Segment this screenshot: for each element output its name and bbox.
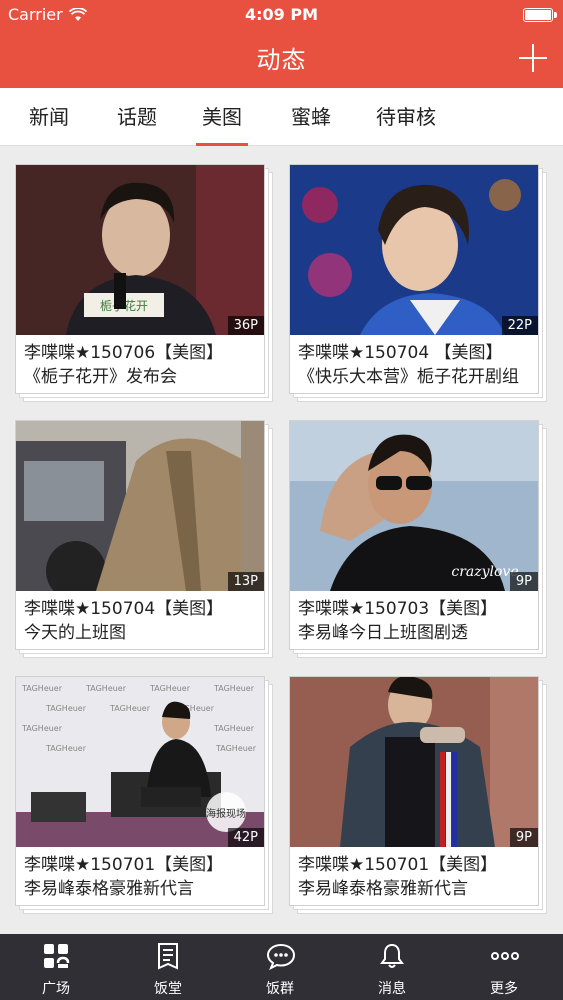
- nav-fan-group[interactable]: 饭群: [224, 934, 336, 1000]
- nav-label: 饭群: [266, 981, 294, 997]
- svg-text:TAGHeuer: TAGHeuer: [109, 704, 151, 713]
- svg-text:TAGHeuer: TAGHeuer: [213, 684, 255, 693]
- svg-text:海报现场: 海报现场: [206, 807, 246, 820]
- status-bar: Carrier 4:09 PM: [0, 0, 563, 30]
- album-thumbnail: 13P: [16, 421, 264, 591]
- album-card[interactable]: TAGHeuer TAGHeuer TAGHeuer TAGHeuer TAGHeue…: [15, 676, 273, 914]
- album-thumbnail: crazylove 9P: [290, 421, 538, 591]
- photo-count-badge: 36P: [227, 316, 264, 335]
- album-card[interactable]: 栀子花开 36P 李喋喋★150706【美图】 《栀子花开》发布会: [15, 164, 273, 402]
- bell-icon: [380, 943, 404, 968]
- page-title: 动态: [256, 46, 307, 74]
- bottom-navigation: 广场 饭堂 饭群 消息 更多: [0, 934, 563, 1000]
- album-thumbnail: 22P: [290, 165, 538, 335]
- add-button[interactable]: [517, 42, 549, 74]
- album-title: 李喋喋★150701【美图】: [24, 855, 224, 875]
- photo-count-badge: 9P: [509, 572, 538, 591]
- album-card[interactable]: crazylove 9P 李喋喋★150703【美图】 李易峰今日上班图剧透: [289, 420, 547, 658]
- book-icon: [158, 943, 178, 970]
- tab-topics[interactable]: 话题: [108, 88, 166, 146]
- album-title: 李喋喋★150703【美图】: [298, 599, 498, 619]
- album-card[interactable]: 13P 李喋喋★150704【美图】 今天的上班图: [15, 420, 273, 658]
- album-title: 李喋喋★150704 【美图】: [298, 343, 503, 363]
- photo-count-badge: 42P: [227, 828, 264, 847]
- album-title: 李喋喋★150706【美图】: [24, 343, 224, 363]
- tab-pending-review[interactable]: 待审核: [366, 88, 446, 146]
- svg-text:TAGHeuer: TAGHeuer: [215, 744, 257, 753]
- album-subtitle: 《栀子花开》发布会: [24, 367, 177, 387]
- album-title: 李喋喋★150701【美图】: [298, 855, 498, 875]
- nav-label: 饭堂: [154, 981, 182, 997]
- album-thumbnail: TAGHeuer TAGHeuer TAGHeuer TAGHeuer TAGHeue…: [16, 677, 264, 847]
- album-subtitle: 李易峰泰格豪雅新代言: [298, 879, 468, 899]
- album-title: 李喋喋★150704【美图】: [24, 599, 224, 619]
- svg-text:TAGHeuer: TAGHeuer: [21, 684, 63, 693]
- header-bar: Carrier 4:09 PM 动态: [0, 0, 563, 88]
- svg-text:TAGHeuer: TAGHeuer: [21, 724, 63, 733]
- nav-plaza[interactable]: 广场: [0, 934, 112, 1000]
- more-icon: [491, 952, 519, 960]
- album-thumbnail: 9P: [290, 677, 538, 847]
- nav-label: 消息: [378, 981, 406, 997]
- photo-count-badge: 13P: [227, 572, 264, 591]
- chat-icon: [266, 943, 296, 970]
- svg-text:crazylove: crazylove: [451, 564, 518, 580]
- photo-count-badge: 9P: [509, 828, 538, 847]
- svg-text:TAGHeuer: TAGHeuer: [85, 684, 127, 693]
- category-tabs: 新闻 话题 美图 蜜蜂 待审核: [0, 88, 563, 146]
- svg-text:TAGHeuer: TAGHeuer: [149, 684, 191, 693]
- album-subtitle: 今天的上班图: [24, 623, 126, 643]
- album-subtitle: 李易峰今日上班图剧透: [298, 623, 468, 643]
- nav-messages[interactable]: 消息: [336, 934, 448, 1000]
- album-card[interactable]: 9P 李喋喋★150701【美图】 李易峰泰格豪雅新代言: [289, 676, 547, 914]
- svg-text:TAGHeuer: TAGHeuer: [45, 744, 87, 753]
- album-thumbnail: 栀子花开 36P: [16, 165, 264, 335]
- battery-icon: [523, 8, 557, 22]
- tab-photos[interactable]: 美图: [196, 88, 248, 146]
- nav-more[interactable]: 更多: [448, 934, 560, 1000]
- svg-text:TAGHeuer: TAGHeuer: [213, 724, 255, 733]
- tab-bees[interactable]: 蜜蜂: [283, 88, 339, 146]
- nav-label: 更多: [490, 981, 518, 997]
- svg-text:TAGHeuer: TAGHeuer: [45, 704, 87, 713]
- tab-news[interactable]: 新闻: [18, 88, 80, 146]
- nav-label: 广场: [42, 981, 70, 997]
- nav-canteen[interactable]: 饭堂: [112, 934, 224, 1000]
- album-card[interactable]: 22P 李喋喋★150704 【美图】 《快乐大本营》栀子花开剧组: [289, 164, 547, 402]
- album-subtitle: 《快乐大本营》栀子花开剧组: [298, 367, 519, 387]
- album-subtitle: 李易峰泰格豪雅新代言: [24, 879, 194, 899]
- status-time: 4:09 PM: [244, 5, 318, 24]
- photo-album-grid: 栀子花开 36P 李喋喋★150706【美图】 《栀子花开》发布会: [0, 146, 563, 934]
- photo-count-badge: 22P: [501, 316, 538, 335]
- grid-icon: [44, 944, 70, 968]
